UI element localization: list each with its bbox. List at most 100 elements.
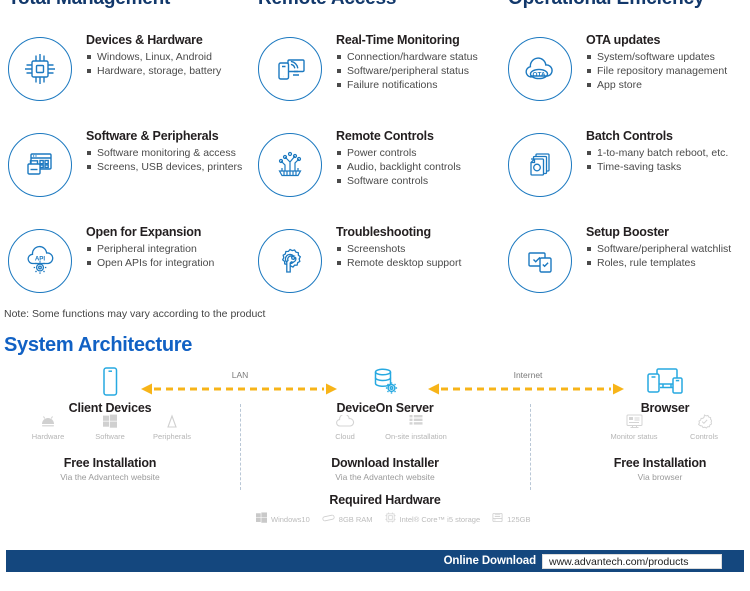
- sub-item-controls: Controls: [673, 412, 735, 441]
- feature-bullets: Software/peripheral watchlist Roles, rul…: [586, 242, 750, 270]
- feature-bullet: Hardware, storage, battery: [86, 64, 254, 78]
- sub-item-label: Cloud: [335, 432, 355, 441]
- server-sub-row: Cloud On-site installation: [300, 412, 470, 441]
- hardware-item-label: Windows10: [271, 514, 310, 524]
- hardware-item-storage: 125GB: [492, 510, 530, 528]
- feature-card-real-time-monitoring: Real-Time Monitoring Connection/hardware…: [250, 33, 500, 129]
- column-heading-remote-access: Remote Access: [258, 0, 396, 10]
- block-head-download-installer: Download Installer: [331, 456, 439, 470]
- sub-item-label: Controls: [690, 432, 718, 441]
- block-sub-free-installation-client: Via the Advantech website: [60, 472, 160, 482]
- storage-icon: [492, 510, 503, 528]
- sub-item-label: On-site installation: [385, 432, 447, 441]
- hardware-item-cpu: Intel® Core™ i5 storage: [385, 510, 480, 528]
- windows-icon: [256, 510, 267, 528]
- hardware-item-label: 125GB: [507, 514, 531, 524]
- required-hardware-head: Required Hardware: [329, 493, 441, 507]
- sub-item-onsite-installation: On-site installation: [376, 412, 456, 441]
- block-sub-download-installer: Via the Advantech website: [335, 472, 435, 482]
- column-heading-total-management: Total Management: [8, 0, 170, 10]
- node-deviceon-server: DeviceOn Server: [335, 364, 435, 415]
- sub-item-label: Peripherals: [153, 432, 191, 441]
- feature-bullet: Failure notifications: [336, 78, 504, 92]
- feature-card-troubleshooting: Troubleshooting Screenshots Remote deskt…: [250, 225, 500, 321]
- software-peripherals-icon: [8, 133, 72, 197]
- hardware-item-windows10: Windows10: [256, 510, 310, 528]
- sub-item-cloud: Cloud: [314, 412, 376, 441]
- block-head-free-installation-client: Free Installation: [63, 456, 157, 470]
- hardware-item-label: 8GB RAM: [338, 514, 373, 524]
- footer-bar: Online Download www.advantech.com/produc…: [6, 550, 744, 572]
- feature-card-devices-hardware: Devices & Hardware Windows, Linux, Andro…: [0, 33, 250, 129]
- feature-bullet: Power controls: [336, 146, 504, 160]
- browser-sub-row: Monitor status Controls: [585, 412, 745, 441]
- block-head-free-installation-browser: Free Installation: [613, 456, 707, 470]
- sub-item-label: Software: [95, 432, 125, 441]
- feature-title: Open for Expansion: [86, 225, 202, 239]
- feature-bullet: Software controls: [336, 174, 504, 188]
- real-time-monitoring-icon: [258, 37, 322, 101]
- feature-card-setup-booster: Setup Booster Software/peripheral watchl…: [500, 225, 750, 321]
- sub-item-software: Software: [79, 412, 141, 441]
- cloud-icon: [314, 412, 376, 430]
- multi-device-browser-icon: [615, 364, 715, 398]
- onsite-install-icon: [376, 412, 456, 430]
- download-url-field[interactable]: www.advantech.com/products: [542, 553, 722, 569]
- feature-bullet: Software/peripheral watchlist: [586, 242, 750, 256]
- node-browser: Browser: [615, 364, 715, 415]
- product-note: Note: Some functions may vary according …: [4, 308, 266, 320]
- batch-documents-icon: [508, 133, 572, 197]
- circuit-controls-icon: [258, 133, 322, 197]
- feature-bullet: Audio, backlight controls: [336, 160, 504, 174]
- block-sub-free-installation-browser: Via browser: [637, 472, 683, 482]
- feature-bullet: Windows, Linux, Android: [86, 50, 254, 64]
- ota-cloud-icon: OTA: [508, 37, 572, 101]
- feature-card-batch-controls: Batch Controls 1-to-many batch reboot, e…: [500, 129, 750, 225]
- architecture-diagram: Client Devices DeviceOn Server Browser L…: [0, 360, 750, 535]
- feature-bullet: Connection/hardware status: [336, 50, 504, 64]
- feature-title: Setup Booster: [586, 225, 669, 239]
- android-icon: [17, 412, 79, 430]
- divider-left: [240, 404, 241, 490]
- feature-bullets: Software monitoring & access Screens, US…: [86, 146, 254, 174]
- svg-text:OTA: OTA: [532, 71, 545, 78]
- feature-bullet: Time-saving tasks: [586, 160, 750, 174]
- sub-item-label: Hardware: [31, 432, 65, 441]
- feature-title: Batch Controls: [586, 129, 673, 143]
- controls-gear-icon: [673, 412, 735, 430]
- sub-item-hardware: Hardware: [17, 412, 79, 441]
- feature-bullet: App store: [586, 78, 750, 92]
- column-heading-operational-efficiency: Operational Efficiency: [508, 0, 704, 10]
- feature-card-open-for-expansion: API Open for Expansion Peripheral integr…: [0, 225, 250, 321]
- required-hardware-row: Windows10 8GB RAM Intel® Core™ i5 storag…: [256, 510, 542, 528]
- peripheral-icon: [141, 412, 203, 430]
- sub-item-peripherals: Peripherals: [141, 412, 203, 441]
- feature-bullet: Peripheral integration: [86, 242, 254, 256]
- ram-icon: [322, 510, 335, 528]
- feature-bullets: Peripheral integration Open APIs for int…: [86, 242, 254, 270]
- feature-card-software-peripherals: Software & Peripherals Software monitori…: [0, 129, 250, 225]
- chip-icon: [8, 37, 72, 101]
- feature-bullets: Windows, Linux, Android Hardware, storag…: [86, 50, 254, 78]
- feature-bullet: File repository management: [586, 64, 750, 78]
- feature-title: Devices & Hardware: [86, 33, 203, 47]
- feature-bullets: Connection/hardware status Software/peri…: [336, 50, 504, 92]
- feature-bullet: Software monitoring & access: [86, 146, 254, 160]
- client-sub-row: Hardware Software Peripherals: [17, 412, 203, 441]
- feature-title: Real-Time Monitoring: [336, 33, 460, 47]
- database-gear-icon: [335, 364, 435, 398]
- devices-check-icon: [508, 229, 572, 293]
- link-label-internet: Internet: [513, 370, 543, 380]
- link-label-lan: LAN: [231, 370, 249, 380]
- api-cloud-gear-icon: API: [8, 229, 72, 293]
- feature-bullet: Software/peripheral status: [336, 64, 504, 78]
- online-download-label: Online Download: [443, 555, 537, 567]
- feature-title: Troubleshooting: [336, 225, 431, 239]
- feature-title: OTA updates: [586, 33, 661, 47]
- gear-wrench-icon: [258, 229, 322, 293]
- feature-bullet: Remote desktop support: [336, 256, 504, 270]
- divider-right: [530, 404, 531, 490]
- feature-title: Remote Controls: [336, 129, 434, 143]
- feature-title: Software & Peripherals: [86, 129, 219, 143]
- arrow-internet: [428, 383, 624, 395]
